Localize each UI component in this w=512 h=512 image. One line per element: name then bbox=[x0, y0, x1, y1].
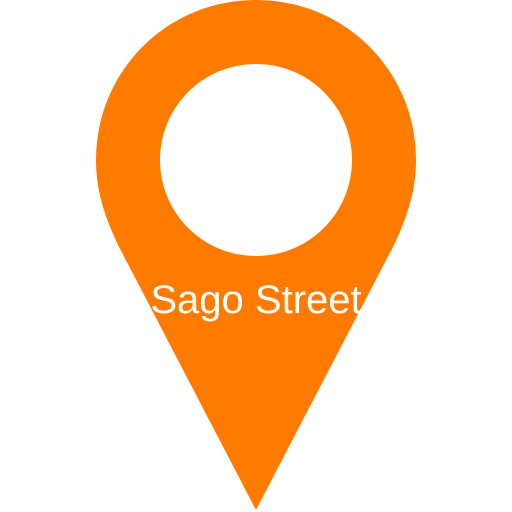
map-marker[interactable]: Sago Street bbox=[0, 0, 512, 512]
map-pin-icon bbox=[96, 0, 416, 510]
pin-hole bbox=[160, 64, 352, 256]
